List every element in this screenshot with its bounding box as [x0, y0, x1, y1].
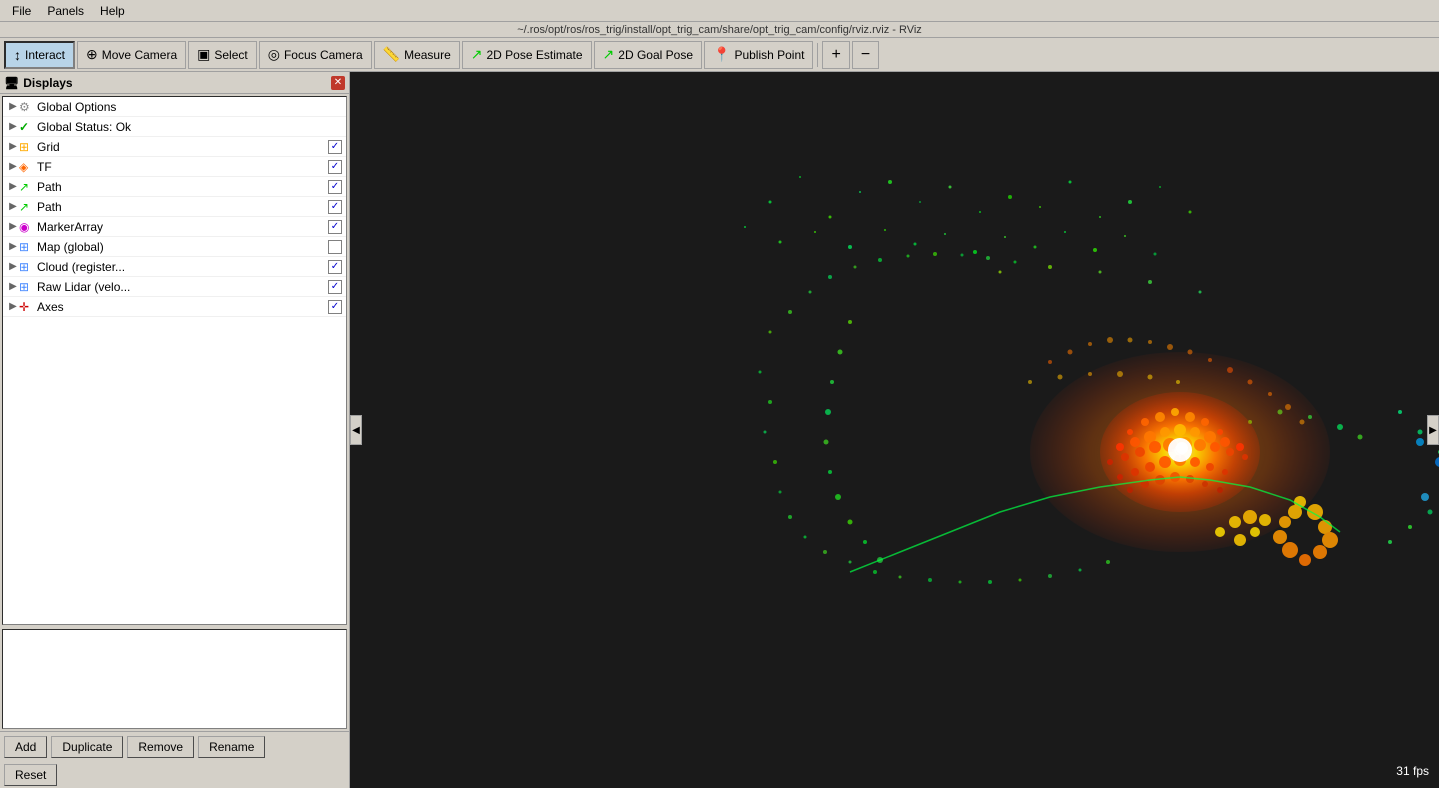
- display-bottom-buttons: Add Duplicate Remove Rename: [0, 731, 349, 762]
- tf-icon: ◈: [19, 160, 35, 174]
- toolbar: ↕ Interact ⊕ Move Camera ▣ Select ◎ Focu…: [0, 38, 1439, 72]
- 2d-goal-icon: ↗: [603, 46, 615, 63]
- reset-button[interactable]: Reset: [4, 764, 57, 786]
- marker-array-icon: ◉: [19, 220, 35, 234]
- path2-checkbox[interactable]: ✓: [328, 200, 342, 214]
- fps-counter: 31 fps: [1396, 764, 1429, 778]
- map-global-icon: ⊞: [19, 240, 35, 254]
- duplicate-button[interactable]: Duplicate: [51, 736, 123, 758]
- tree-item-global-status[interactable]: ▶ ✓ Global Status: Ok: [3, 117, 346, 137]
- expand-icon-marker-array: ▶: [7, 221, 19, 232]
- focus-camera-icon: ◎: [268, 46, 280, 63]
- viewport[interactable]: ◀: [350, 72, 1439, 788]
- grid-checkbox[interactable]: ✓: [328, 140, 342, 154]
- raw-lidar-icon: ⊞: [19, 280, 35, 294]
- expand-icon-raw-lidar: ▶: [7, 281, 19, 292]
- map-global-checkbox[interactable]: [328, 240, 342, 254]
- move-camera-button[interactable]: ⊕ Move Camera: [77, 41, 186, 69]
- tree-item-path1[interactable]: ▶ ↗ Path ✓: [3, 177, 346, 197]
- expand-icon-global-status: ▶: [7, 121, 19, 132]
- menu-help[interactable]: Help: [92, 2, 133, 20]
- menu-panels[interactable]: Panels: [39, 2, 92, 20]
- collapse-right-handle[interactable]: ▶: [1427, 415, 1439, 445]
- measure-icon: 📏: [383, 46, 400, 63]
- display-tree: ▶ ⚙ Global Options ▶ ✓ Global Status: Ok…: [2, 96, 347, 625]
- tree-item-cloud-register[interactable]: ▶ ⊞ Cloud (register... ✓: [3, 257, 346, 277]
- menu-file[interactable]: File: [4, 2, 39, 20]
- menu-bar: File Panels Help: [0, 0, 1439, 22]
- measure-button[interactable]: 📏 Measure: [374, 41, 460, 69]
- zoom-out-button[interactable]: −: [852, 41, 879, 69]
- remove-button[interactable]: Remove: [127, 736, 194, 758]
- cloud-register-checkbox[interactable]: ✓: [328, 260, 342, 274]
- tree-item-axes[interactable]: ▶ ✛ Axes ✓: [3, 297, 346, 317]
- expand-icon-map-global: ▶: [7, 241, 19, 252]
- select-button[interactable]: ▣ Select: [188, 41, 257, 69]
- path2-icon: ↗: [19, 200, 35, 214]
- axes-checkbox[interactable]: ✓: [328, 300, 342, 314]
- global-status-icon: ✓: [19, 120, 35, 134]
- displays-title: 🖥 Displays: [4, 76, 73, 90]
- 2d-pose-button[interactable]: ↗ 2D Pose Estimate: [462, 41, 592, 69]
- publish-point-icon: 📍: [713, 46, 730, 63]
- title-bar: ~/.ros/opt/ros/ros_trig/install/opt_trig…: [0, 22, 1439, 38]
- move-camera-icon: ⊕: [86, 46, 98, 63]
- cloud-register-icon: ⊞: [19, 260, 35, 274]
- grid-icon: ⊞: [19, 140, 35, 154]
- tree-item-map-global[interactable]: ▶ ⊞ Map (global): [3, 237, 346, 257]
- toolbar-separator: [817, 43, 818, 67]
- display-icon: 🖥: [4, 76, 19, 90]
- zoom-in-button[interactable]: +: [822, 41, 849, 69]
- raw-lidar-checkbox[interactable]: ✓: [328, 280, 342, 294]
- displays-close-button[interactable]: ✕: [331, 76, 345, 90]
- expand-icon-axes: ▶: [7, 301, 19, 312]
- tf-checkbox[interactable]: ✓: [328, 160, 342, 174]
- left-panel-detail: [2, 629, 347, 729]
- global-options-icon: ⚙: [19, 100, 35, 114]
- path1-icon: ↗: [19, 180, 35, 194]
- expand-icon-grid: ▶: [7, 141, 19, 152]
- reset-row: Reset: [0, 762, 349, 788]
- left-panel: 🖥 Displays ✕ ▶ ⚙ Global Options ▶ ✓ Glob…: [0, 72, 350, 788]
- expand-icon-path1: ▶: [7, 181, 19, 192]
- path1-checkbox[interactable]: ✓: [328, 180, 342, 194]
- expand-icon-global-options: ▶: [7, 101, 19, 112]
- tree-item-tf[interactable]: ▶ ◈ TF ✓: [3, 157, 346, 177]
- tree-item-raw-lidar[interactable]: ▶ ⊞ Raw Lidar (velo... ✓: [3, 277, 346, 297]
- 2d-goal-button[interactable]: ↗ 2D Goal Pose: [594, 41, 702, 69]
- add-button[interactable]: Add: [4, 736, 47, 758]
- 2d-pose-icon: ↗: [471, 46, 483, 63]
- tree-item-global-options[interactable]: ▶ ⚙ Global Options: [3, 97, 346, 117]
- marker-array-checkbox[interactable]: ✓: [328, 220, 342, 234]
- displays-header: 🖥 Displays ✕: [0, 72, 349, 94]
- expand-icon-cloud-register: ▶: [7, 261, 19, 272]
- focus-camera-button[interactable]: ◎ Focus Camera: [259, 41, 372, 69]
- interact-button[interactable]: ↕ Interact: [4, 41, 75, 69]
- main-layout: 🖥 Displays ✕ ▶ ⚙ Global Options ▶ ✓ Glob…: [0, 72, 1439, 788]
- axes-icon: ✛: [19, 300, 35, 314]
- tree-item-path2[interactable]: ▶ ↗ Path ✓: [3, 197, 346, 217]
- publish-point-button[interactable]: 📍 Publish Point: [704, 41, 813, 69]
- point-cloud-view: [350, 72, 1439, 788]
- interact-icon: ↕: [14, 47, 21, 63]
- expand-icon-tf: ▶: [7, 161, 19, 172]
- tree-item-grid[interactable]: ▶ ⊞ Grid ✓: [3, 137, 346, 157]
- select-icon: ▣: [197, 46, 210, 63]
- expand-icon-path2: ▶: [7, 201, 19, 212]
- collapse-left-handle[interactable]: ◀: [350, 415, 362, 445]
- tree-item-marker-array[interactable]: ▶ ◉ MarkerArray ✓: [3, 217, 346, 237]
- rename-button[interactable]: Rename: [198, 736, 265, 758]
